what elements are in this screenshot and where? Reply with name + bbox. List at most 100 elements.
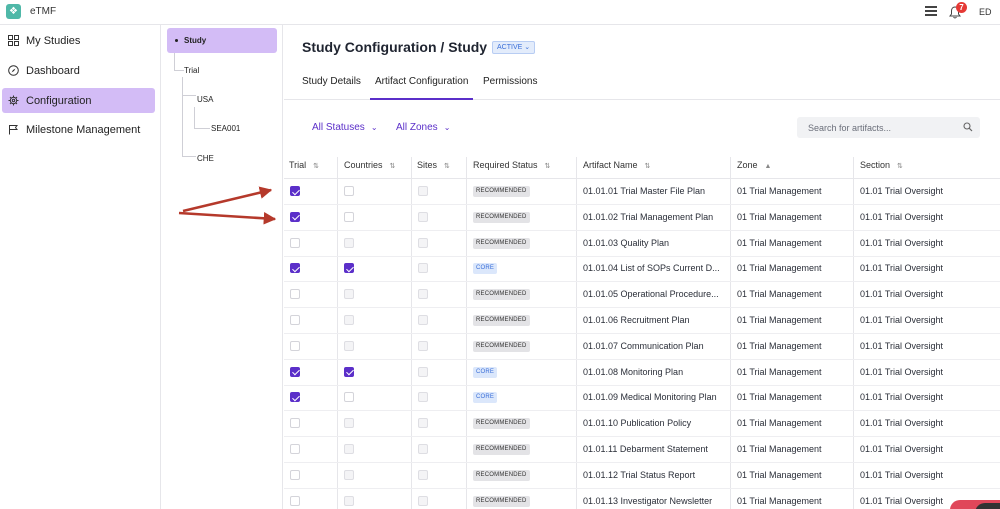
section-cell: 01.01 Trial Oversight xyxy=(860,211,944,222)
sites-checkbox[interactable] xyxy=(418,469,428,480)
app-logo-icon[interactable]: ❖ xyxy=(6,4,21,19)
table-row[interactable]: RECOMMENDED 01.01.10 Publication Policy 01… xyxy=(284,411,1000,438)
tree-node-sea001[interactable]: SEA001 xyxy=(211,124,240,133)
countries-checkbox[interactable] xyxy=(344,495,354,506)
trial-checkbox[interactable] xyxy=(290,418,300,429)
required-status-badge: RECOMMENDED xyxy=(473,315,530,326)
search-input[interactable] xyxy=(797,117,980,138)
status-badge[interactable]: ACTIVE ⌄ xyxy=(492,41,536,54)
sort-icon[interactable]: ⇅ xyxy=(897,162,903,170)
table-row[interactable]: RECOMMENDED 01.01.06 Recruitment Plan 01 T… xyxy=(284,308,1000,334)
table-row[interactable]: RECOMMENDED 01.01.11 Debarment Statement 0… xyxy=(284,437,1000,463)
sites-checkbox[interactable] xyxy=(418,237,428,248)
sites-checkbox[interactable] xyxy=(418,315,428,325)
trial-checkbox[interactable] xyxy=(290,444,300,454)
section-cell: 01.01 Trial Oversight xyxy=(860,263,944,274)
countries-checkbox[interactable] xyxy=(344,444,354,454)
table-row[interactable]: CORE 01.01.08 Monitoring Plan 01 Trial Man… xyxy=(284,360,1000,386)
countries-checkbox[interactable] xyxy=(344,392,354,403)
sites-checkbox[interactable] xyxy=(418,211,428,222)
countries-checkbox[interactable] xyxy=(344,469,354,480)
table-row[interactable]: RECOMMENDED 01.01.12 Trial Status Report 0… xyxy=(284,463,1000,489)
table-row[interactable]: RECOMMENDED 01.01.02 Trial Management Pla… xyxy=(284,205,1000,231)
trial-checkbox[interactable] xyxy=(290,315,300,325)
sort-icon[interactable]: ⇅ xyxy=(313,162,319,170)
sidebar-item-dashboard[interactable]: Dashboard xyxy=(2,58,155,83)
trial-checkbox[interactable] xyxy=(290,392,300,403)
countries-checkbox[interactable] xyxy=(344,366,354,377)
sites-checkbox[interactable] xyxy=(418,263,428,274)
tree-node-trial[interactable]: Trial xyxy=(184,66,199,75)
trial-checkbox[interactable] xyxy=(290,340,300,351)
countries-checkbox[interactable] xyxy=(344,237,354,248)
artifact-name-cell: 01.01.01 Trial Master File Plan xyxy=(583,186,706,196)
chat-widget[interactable] xyxy=(975,503,1000,509)
sites-checkbox[interactable] xyxy=(418,366,428,377)
tree-node-usa[interactable]: USA xyxy=(197,95,213,104)
countries-checkbox[interactable] xyxy=(344,186,354,196)
zone-cell: 01 Trial Management xyxy=(737,444,822,454)
hamburger-menu-icon[interactable] xyxy=(925,6,937,18)
countries-checkbox[interactable] xyxy=(344,211,354,222)
sidebar-item-my-studies[interactable]: My Studies xyxy=(2,28,155,53)
status-label: ACTIVE xyxy=(497,44,523,51)
sort-ascending-icon[interactable]: ▲ xyxy=(765,163,772,170)
sites-checkbox[interactable] xyxy=(418,495,428,506)
countries-checkbox[interactable] xyxy=(344,315,354,325)
sort-icon[interactable]: ⇅ xyxy=(444,162,450,170)
sites-checkbox[interactable] xyxy=(418,392,428,403)
countries-checkbox[interactable] xyxy=(344,340,354,351)
required-status-badge: CORE xyxy=(473,392,498,404)
table-row[interactable]: CORE 01.01.04 List of SOPs Current D... 01… xyxy=(284,256,1000,283)
table-row[interactable]: RECOMMENDED 01.01.03 Quality Plan 01 Trial… xyxy=(284,231,1000,257)
sidebar-item-configuration[interactable]: Configuration xyxy=(2,88,155,113)
countries-checkbox[interactable] xyxy=(344,289,354,300)
sites-checkbox[interactable] xyxy=(418,186,428,196)
tab-permissions[interactable]: Permissions xyxy=(483,76,537,100)
tree-connector xyxy=(182,145,196,157)
sort-icon[interactable]: ⇅ xyxy=(545,162,551,170)
search-icon[interactable] xyxy=(963,122,973,132)
section-cell: 01.01 Trial Oversight xyxy=(860,237,944,248)
user-avatar[interactable]: ED xyxy=(979,7,992,17)
trial-checkbox[interactable] xyxy=(290,495,300,506)
trial-checkbox[interactable] xyxy=(290,263,300,274)
sites-checkbox[interactable] xyxy=(418,444,428,454)
section-cell: 01.01 Trial Oversight xyxy=(860,315,944,325)
tree-connector xyxy=(174,53,184,71)
section-cell: 01.01 Trial Oversight xyxy=(860,186,944,196)
sort-icon[interactable]: ⇅ xyxy=(645,162,651,170)
trial-checkbox[interactable] xyxy=(290,289,300,300)
status-filter-dropdown[interactable]: All Statuses ⌄ xyxy=(312,122,378,133)
zone-filter-dropdown[interactable]: All Zones ⌄ xyxy=(396,122,450,133)
table-row[interactable]: RECOMMENDED 01.01.05 Operational Procedur… xyxy=(284,282,1000,309)
flag-icon xyxy=(9,125,18,135)
tree-node-che[interactable]: CHE xyxy=(197,154,214,163)
countries-checkbox[interactable] xyxy=(344,263,354,274)
required-status-badge: RECOMMENDED xyxy=(473,211,530,223)
sites-checkbox[interactable] xyxy=(418,289,428,300)
zone-cell: 01 Trial Management xyxy=(737,237,822,248)
artifact-name-cell: 01.01.08 Monitoring Plan xyxy=(583,366,684,377)
trial-checkbox[interactable] xyxy=(290,237,300,248)
trial-checkbox[interactable] xyxy=(290,211,300,222)
required-status-badge: RECOMMENDED xyxy=(473,469,530,481)
required-status-badge: CORE xyxy=(473,366,498,378)
table-row[interactable]: RECOMMENDED 01.01.01 Trial Master File Pl… xyxy=(284,179,1000,205)
sidebar-item-milestone-management[interactable]: Milestone Management xyxy=(2,117,155,142)
trial-checkbox[interactable] xyxy=(290,469,300,480)
tab-artifact-configuration[interactable]: Artifact Configuration xyxy=(370,76,474,100)
trial-checkbox[interactable] xyxy=(290,366,300,377)
table-row[interactable]: RECOMMENDED 01.01.07 Communication Plan 01… xyxy=(284,334,1000,360)
artifact-name-cell: 01.01.11 Debarment Statement xyxy=(583,444,708,454)
table-row[interactable]: CORE 01.01.09 Medical Monitoring Plan 01 T… xyxy=(284,385,1000,412)
tree-node-study[interactable]: Study xyxy=(167,28,277,53)
sort-icon[interactable]: ⇅ xyxy=(390,162,396,170)
table-row[interactable]: RECOMMENDED 01.01.13 Investigator Newslet… xyxy=(284,489,1000,509)
sites-checkbox[interactable] xyxy=(418,418,428,429)
sites-checkbox[interactable] xyxy=(418,340,428,351)
trial-checkbox[interactable] xyxy=(290,186,300,196)
study-tree: Study Trial USA SEA001 CHE xyxy=(162,25,283,509)
tab-study-details[interactable]: Study Details xyxy=(302,76,361,100)
countries-checkbox[interactable] xyxy=(344,418,354,429)
